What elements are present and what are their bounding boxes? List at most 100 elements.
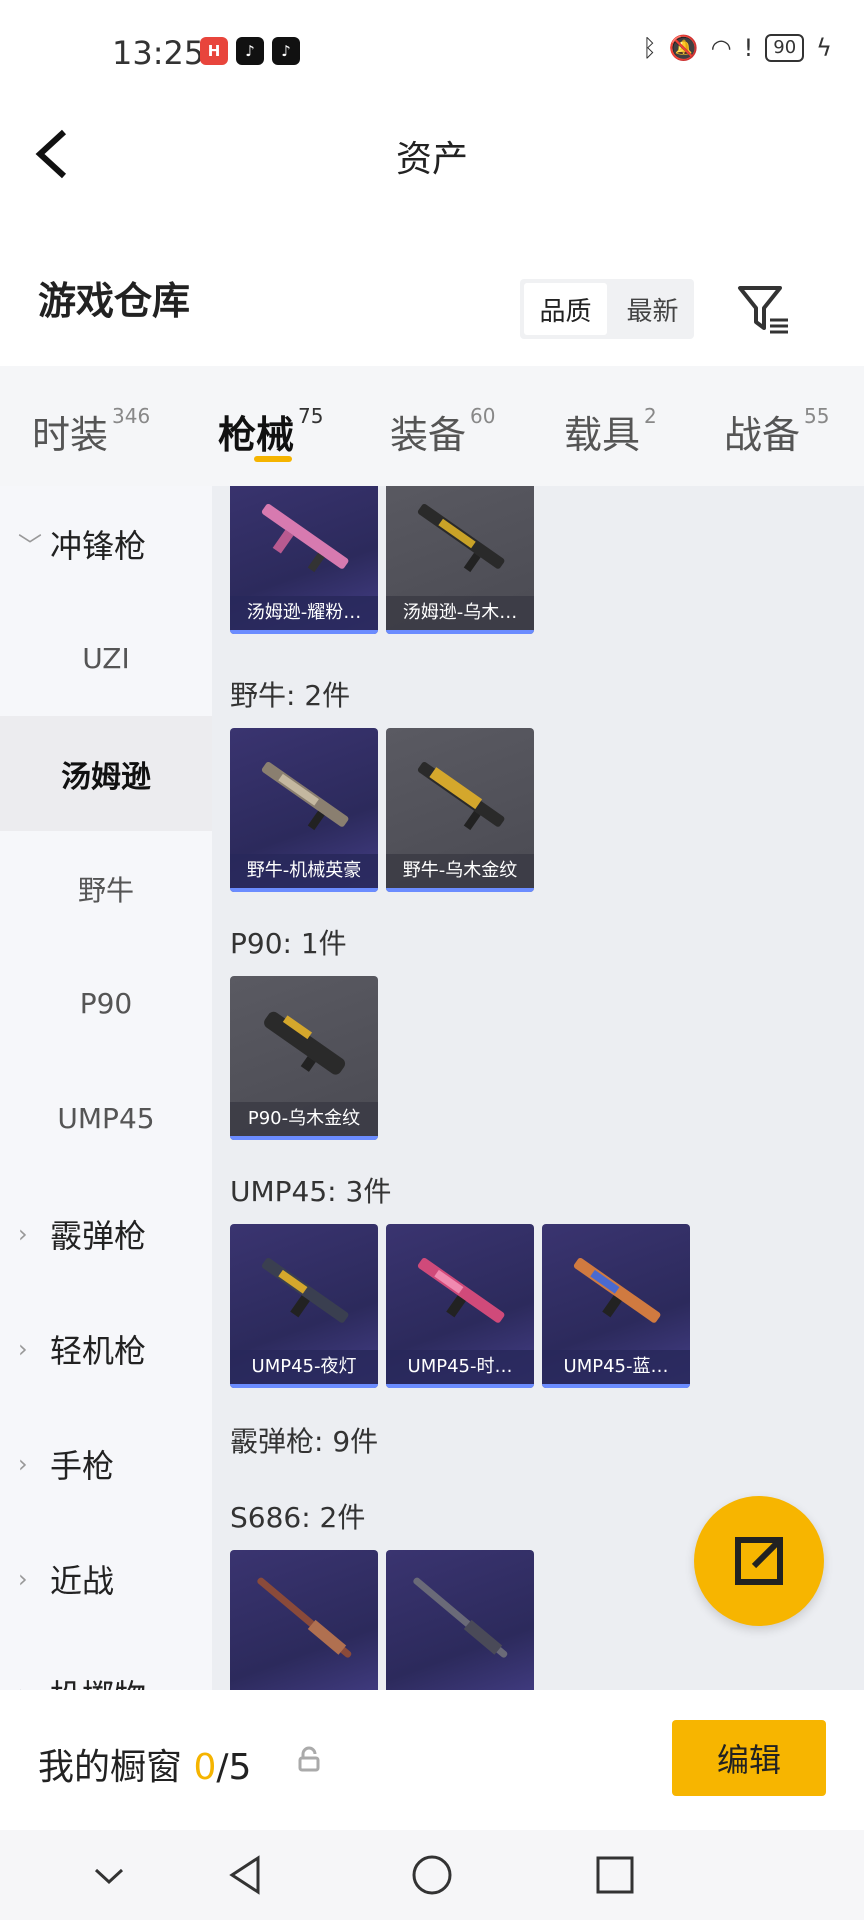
rarity-bar — [542, 1384, 690, 1388]
sidebar-item-p90[interactable]: P90 — [0, 946, 212, 1061]
sidebar-item-label: UMP45 — [57, 1102, 155, 1135]
tab-fashion[interactable]: 时装 346 — [32, 404, 150, 459]
sidebar-item-label: 近战 — [50, 1561, 115, 1600]
top-bar: 资产 — [0, 104, 864, 204]
huawei-app-icon: H — [200, 37, 228, 65]
sort-toggle: 品质 最新 — [520, 279, 694, 339]
sidebar-item-lmg[interactable]: › 轻机枪 — [0, 1291, 212, 1406]
rarity-bar — [386, 888, 534, 892]
weapon-image — [417, 503, 505, 573]
tab-label: 装备 — [390, 413, 467, 457]
recents-square-icon[interactable] — [590, 1850, 640, 1900]
sidebar-item-label: 霰弹枪 — [50, 1216, 147, 1255]
item-card[interactable]: UMP45-夜灯 — [230, 1224, 378, 1388]
section-title: 游戏仓库 — [38, 279, 191, 323]
group-header: P90: 1件 — [230, 927, 347, 960]
charging-icon: ϟ — [816, 34, 832, 62]
tab-equipment[interactable]: 装备 60 — [390, 404, 495, 459]
rarity-bar — [386, 630, 534, 634]
sidebar-item-label: P90 — [79, 987, 133, 1020]
weapon-image — [417, 761, 505, 831]
group-header: S686: 2件 — [230, 1501, 366, 1534]
tab-count: 346 — [112, 404, 151, 428]
rarity-bar — [230, 1384, 378, 1388]
back-triangle-icon[interactable] — [222, 1850, 272, 1900]
item-card[interactable]: 汤姆逊-乌木… — [386, 486, 534, 634]
share-fab-button[interactable] — [694, 1496, 824, 1626]
sidebar-item-ump45[interactable]: UMP45 — [0, 1061, 212, 1176]
status-bar: 13:25 H ♪ ♪ ᛒ 🔕 ◠ ! 90 ϟ — [0, 0, 864, 104]
tab-label: 战备 — [724, 413, 801, 457]
status-icons: ᛒ 🔕 ◠ ! 90 ϟ — [642, 34, 832, 62]
sidebar-item-pistol[interactable]: › 手枪 — [0, 1406, 212, 1521]
share-icon — [735, 1537, 783, 1585]
weapon-image — [261, 503, 349, 573]
screen: 13:25 H ♪ ♪ ᛒ 🔕 ◠ ! 90 ϟ 资产 游戏仓库 品质 最新 时… — [0, 0, 864, 1920]
alert-icon: ! — [743, 34, 754, 62]
rarity-bar — [386, 1384, 534, 1388]
sidebar-item-melee[interactable]: › 近战 — [0, 1521, 212, 1636]
tab-count: 2 — [644, 404, 657, 428]
sort-newest-button[interactable]: 最新 — [611, 279, 694, 339]
category-tabs: 时装 346 枪械 75 装备 60 载具 2 战备 55 — [0, 366, 864, 486]
showcase-total: /5 — [216, 1747, 252, 1788]
item-card[interactable]: UMP45-蓝… — [542, 1224, 690, 1388]
sidebar-item-thompson[interactable]: 汤姆逊 — [0, 716, 212, 831]
item-name: 汤姆逊-乌木… — [386, 596, 534, 630]
item-card[interactable]: 汤姆逊-耀粉… — [230, 486, 378, 634]
system-nav-bar — [0, 1830, 864, 1920]
sidebar-item-label: UZI — [82, 642, 130, 675]
tab-count: 75 — [298, 404, 324, 428]
weapon-image — [261, 1257, 349, 1323]
home-circle-icon[interactable] — [407, 1850, 457, 1900]
sidebar-item-uzi[interactable]: UZI — [0, 601, 212, 716]
tab-vehicles[interactable]: 载具 2 — [564, 404, 657, 459]
chevron-right-icon: › — [18, 1564, 28, 1593]
item-card[interactable] — [386, 1550, 534, 1690]
mute-icon: 🔕 — [668, 34, 699, 62]
item-card[interactable] — [230, 1550, 378, 1690]
active-tab-indicator — [254, 456, 292, 462]
sidebar-item-shotgun[interactable]: › 霰弹枪 — [0, 1176, 212, 1291]
item-card[interactable]: 野牛-乌木金纹 — [386, 728, 534, 892]
item-name: UMP45-时… — [386, 1350, 534, 1384]
item-card[interactable]: P90-乌木金纹 — [230, 976, 378, 1140]
sort-quality-button[interactable]: 品质 — [524, 283, 607, 335]
sidebar-item-bizon[interactable]: 野牛 — [0, 831, 212, 946]
item-card[interactable]: 野牛-机械英豪 — [230, 728, 378, 892]
showcase-bar: 我的橱窗 0/5 编辑 — [0, 1690, 864, 1830]
tab-label: 时装 — [32, 413, 109, 457]
sidebar-item-label: 轻机枪 — [50, 1331, 147, 1370]
bluetooth-icon: ᛒ — [642, 34, 657, 62]
sidebar-item-label: 野牛 — [77, 873, 134, 907]
tab-label: 载具 — [564, 413, 641, 457]
item-name: 野牛-机械英豪 — [230, 854, 378, 888]
weapon-image — [413, 1577, 508, 1658]
sidebar-item-label: 冲锋枪 — [50, 526, 147, 565]
lock-icon — [298, 1746, 320, 1772]
tab-label: 枪械 — [218, 413, 295, 457]
tab-supplies[interactable]: 战备 55 — [724, 404, 829, 459]
weapon-image — [264, 1011, 346, 1075]
chevron-right-icon: › — [18, 1334, 28, 1363]
tab-firearms[interactable]: 枪械 75 — [218, 404, 323, 459]
chevron-down-icon[interactable] — [84, 1850, 134, 1900]
group-header: 霰弹枪: 9件 — [230, 1425, 379, 1458]
tab-count: 55 — [804, 404, 830, 428]
weapon-image — [417, 1257, 505, 1323]
filter-icon[interactable] — [736, 282, 792, 338]
wifi-icon: ◠ — [710, 34, 732, 62]
group-header: 野牛: 2件 — [230, 679, 351, 712]
item-name: P90-乌木金纹 — [230, 1102, 378, 1136]
weapon-image — [257, 1577, 352, 1658]
rarity-bar — [230, 1136, 378, 1140]
weapon-sidebar: ﹀ 冲锋枪 UZI 汤姆逊 野牛 P90 UMP45 › 霰弹枪 › 轻机枪 › 手枪 … — [0, 486, 212, 1715]
item-name: UMP45-蓝… — [542, 1350, 690, 1384]
edit-button[interactable]: 编辑 — [672, 1720, 826, 1796]
weapon-image — [261, 761, 349, 831]
item-card[interactable]: UMP45-时… — [386, 1224, 534, 1388]
tiktok-icon: ♪ — [236, 37, 264, 65]
chevron-right-icon: › — [18, 1219, 28, 1248]
sidebar-item-smg[interactable]: ﹀ 冲锋枪 — [0, 486, 212, 601]
sidebar-item-label: 手枪 — [50, 1446, 115, 1485]
